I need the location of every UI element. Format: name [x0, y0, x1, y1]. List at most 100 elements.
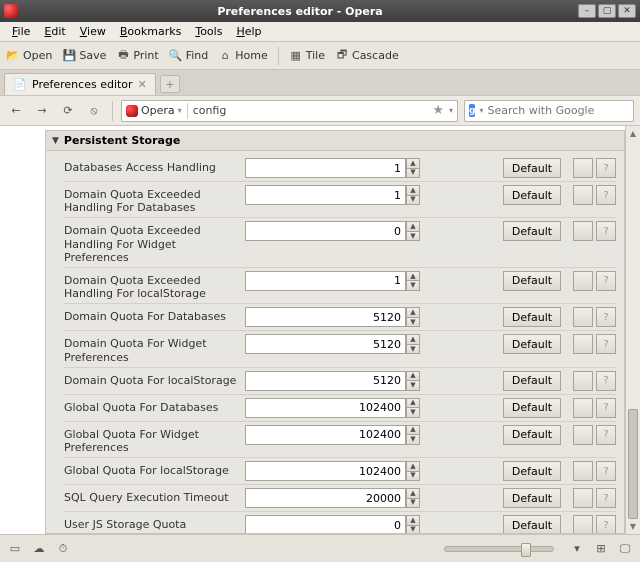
spinner-up-icon[interactable]: ▲ — [406, 271, 420, 281]
view-mode-icon[interactable]: 🖵 — [618, 542, 632, 556]
tab-preferences-editor[interactable]: 📄 Preferences editor ✕ — [4, 73, 156, 95]
spinner-up-icon[interactable]: ▲ — [406, 515, 420, 525]
help-button[interactable]: ? — [596, 185, 616, 205]
toolbar-tile[interactable]: ▦Tile — [289, 49, 325, 63]
pref-value-input[interactable] — [245, 488, 406, 508]
default-button[interactable]: Default — [503, 371, 561, 391]
turbo-icon[interactable]: ⏱ — [56, 542, 70, 556]
address-dropdown-icon[interactable]: ▾ — [449, 106, 453, 115]
nav-back-button[interactable]: ← — [6, 101, 26, 121]
close-window-button[interactable]: ✕ — [618, 4, 636, 18]
spinner-down-icon[interactable]: ▼ — [406, 407, 420, 418]
default-button[interactable]: Default — [503, 271, 561, 291]
default-button[interactable]: Default — [503, 334, 561, 354]
toolbar-home[interactable]: ⌂Home — [218, 49, 267, 63]
tab-close-icon[interactable]: ✕ — [138, 78, 147, 91]
nav-reload-button[interactable]: ⟳ — [58, 101, 78, 121]
new-tab-button[interactable]: + — [160, 75, 180, 93]
help-button[interactable]: ? — [596, 515, 616, 534]
spinner-up-icon[interactable]: ▲ — [406, 425, 420, 435]
info-button[interactable] — [573, 185, 593, 205]
help-button[interactable]: ? — [596, 398, 616, 418]
address-bar[interactable]: Opera ▾ ★ ▾ — [121, 100, 458, 122]
default-button[interactable]: Default — [503, 221, 561, 241]
nav-stop-button[interactable]: ⦸ — [84, 101, 104, 121]
default-button[interactable]: Default — [503, 515, 561, 534]
pref-value-input[interactable] — [245, 461, 406, 481]
info-button[interactable] — [573, 271, 593, 291]
info-button[interactable] — [573, 488, 593, 508]
toolbar-find[interactable]: 🔍Find — [169, 49, 209, 63]
help-button[interactable]: ? — [596, 461, 616, 481]
scroll-thumb[interactable] — [628, 409, 638, 519]
toolbar-cascade[interactable]: 🗗Cascade — [335, 49, 399, 63]
spinner-down-icon[interactable]: ▼ — [406, 168, 420, 179]
zoom-slider[interactable] — [444, 546, 554, 552]
toolbar-save[interactable]: 💾Save — [62, 49, 106, 63]
spinner-up-icon[interactable]: ▲ — [406, 461, 420, 471]
help-button[interactable]: ? — [596, 334, 616, 354]
spinner-down-icon[interactable]: ▼ — [406, 498, 420, 509]
info-button[interactable] — [573, 425, 593, 445]
help-button[interactable]: ? — [596, 221, 616, 241]
default-button[interactable]: Default — [503, 461, 561, 481]
spinner-down-icon[interactable]: ▼ — [406, 344, 420, 355]
zoom-dropdown-icon[interactable]: ▾ — [570, 542, 584, 556]
menu-edit[interactable]: Edit — [38, 23, 71, 40]
spinner-down-icon[interactable]: ▼ — [406, 280, 420, 291]
default-button[interactable]: Default — [503, 307, 561, 327]
menu-help[interactable]: Help — [230, 23, 267, 40]
spinner-up-icon[interactable]: ▲ — [406, 158, 420, 168]
help-button[interactable]: ? — [596, 307, 616, 327]
default-button[interactable]: Default — [503, 158, 561, 178]
help-button[interactable]: ? — [596, 371, 616, 391]
info-button[interactable] — [573, 461, 593, 481]
pref-value-input[interactable] — [245, 425, 406, 445]
minimize-button[interactable]: – — [578, 4, 596, 18]
menu-tools[interactable]: Tools — [189, 23, 228, 40]
search-engine-dropdown-icon[interactable]: ▾ — [479, 106, 483, 115]
panel-toggle-icon[interactable]: ▭ — [8, 542, 22, 556]
search-input[interactable] — [487, 104, 632, 117]
spinner-up-icon[interactable]: ▲ — [406, 334, 420, 344]
vertical-scrollbar[interactable]: ▲ ▼ — [625, 126, 640, 534]
pref-value-input[interactable] — [245, 334, 406, 354]
info-button[interactable] — [573, 307, 593, 327]
default-button[interactable]: Default — [503, 425, 561, 445]
pref-value-input[interactable] — [245, 158, 406, 178]
default-button[interactable]: Default — [503, 398, 561, 418]
pref-value-input[interactable] — [245, 398, 406, 418]
info-button[interactable] — [573, 515, 593, 534]
info-button[interactable] — [573, 221, 593, 241]
scroll-up-icon[interactable]: ▲ — [626, 126, 640, 141]
pref-value-input[interactable] — [245, 271, 406, 291]
spinner-down-icon[interactable]: ▼ — [406, 525, 420, 534]
info-button[interactable] — [573, 371, 593, 391]
spinner-up-icon[interactable]: ▲ — [406, 221, 420, 231]
spinner-up-icon[interactable]: ▲ — [406, 488, 420, 498]
fit-width-icon[interactable]: ⊞ — [594, 542, 608, 556]
spinner-down-icon[interactable]: ▼ — [406, 195, 420, 206]
spinner-down-icon[interactable]: ▼ — [406, 434, 420, 445]
help-button[interactable]: ? — [596, 425, 616, 445]
pref-value-input[interactable] — [245, 515, 406, 534]
help-button[interactable]: ? — [596, 158, 616, 178]
toolbar-print[interactable]: 🖶Print — [116, 49, 158, 63]
pref-value-input[interactable] — [245, 371, 406, 391]
spinner-up-icon[interactable]: ▲ — [406, 307, 420, 317]
zoom-slider-thumb[interactable] — [521, 543, 531, 557]
address-input[interactable] — [193, 104, 428, 117]
pref-value-input[interactable] — [245, 185, 406, 205]
default-button[interactable]: Default — [503, 185, 561, 205]
spinner-up-icon[interactable]: ▲ — [406, 185, 420, 195]
search-box[interactable]: g ▾ — [464, 100, 634, 122]
menu-bookmarks[interactable]: Bookmarks — [114, 23, 187, 40]
maximize-button[interactable]: ▢ — [598, 4, 616, 18]
spinner-down-icon[interactable]: ▼ — [406, 380, 420, 391]
section-header[interactable]: ▼ Persistent Storage — [46, 131, 624, 151]
spinner-down-icon[interactable]: ▼ — [406, 317, 420, 328]
help-button[interactable]: ? — [596, 271, 616, 291]
nav-forward-button[interactable]: → — [32, 101, 52, 121]
spinner-down-icon[interactable]: ▼ — [406, 471, 420, 482]
spinner-down-icon[interactable]: ▼ — [406, 231, 420, 242]
